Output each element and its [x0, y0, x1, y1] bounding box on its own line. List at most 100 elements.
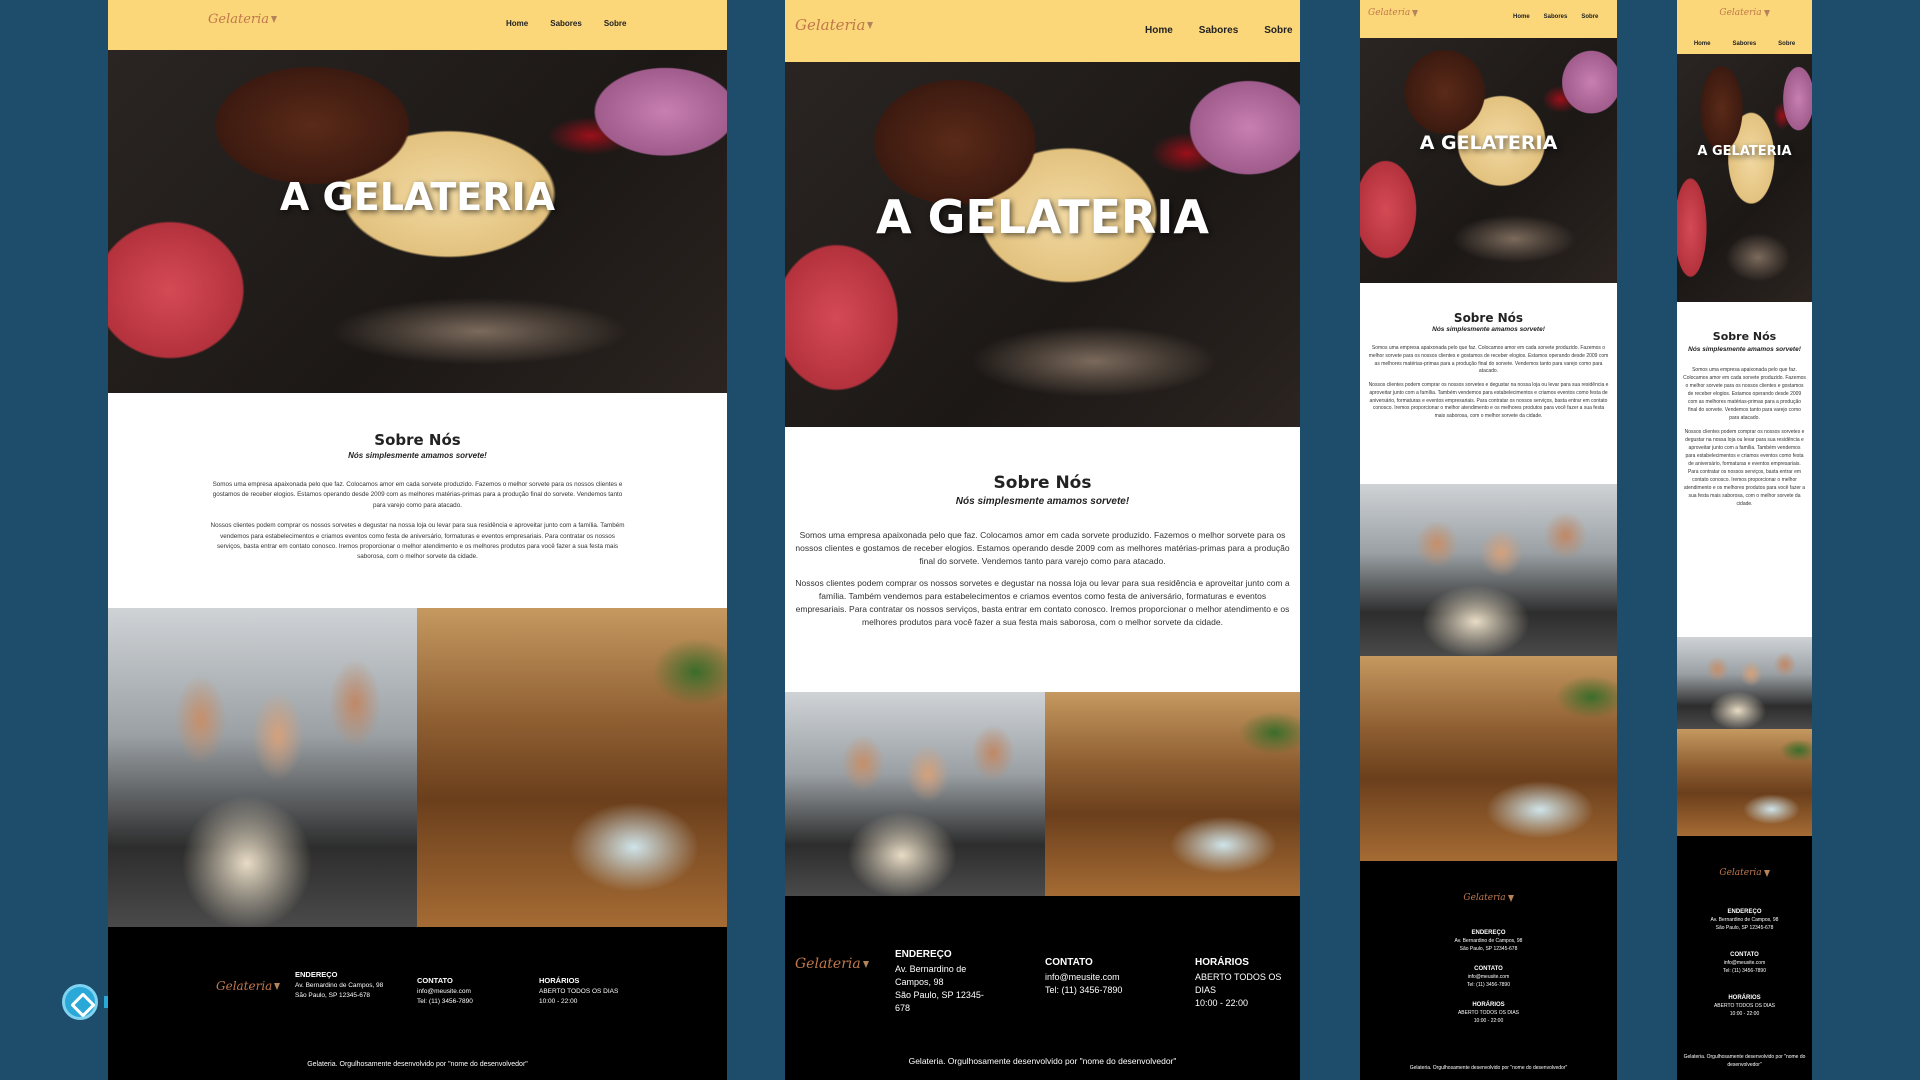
about-paragraph-2: Nossos clientes podem comprar os nossos … — [1683, 429, 1806, 508]
shop-interior-photo — [1045, 692, 1300, 896]
footer-contact: CONTATO info@meusite.com Tel: (11) 3456-… — [1677, 951, 1812, 976]
footer-credit: Gelateria. Orgulhosamente desenvolvido p… — [307, 1061, 528, 1068]
footer: Gelateria ENDEREÇO Av. Bernardino de Cam… — [1677, 836, 1812, 1080]
footer-logo: Gelateria — [795, 956, 869, 972]
hours-title: HORÁRIOS — [1195, 957, 1249, 968]
nav-sobre[interactable]: Sobre — [1778, 41, 1795, 47]
contact-phone: Tel: (11) 3456-7890 — [1723, 968, 1766, 975]
about-heading: Sobre Nós — [374, 431, 461, 449]
footer-logo-text: Gelateria — [1463, 893, 1506, 903]
footer-contact: CONTATO info@meusite.com Tel: (11) 3456-… — [1045, 956, 1122, 997]
about-paragraph-1: Somos uma empresa apaixonada pelo que fa… — [795, 530, 1290, 566]
footer-logo: Gelateria — [216, 979, 281, 993]
footer-hours: HORÁRIOS ABERTO TODOS OS DIAS 10:00 - 22… — [539, 975, 618, 1008]
contact-email[interactable]: info@meusite.com — [1360, 974, 1617, 982]
footer-logo-text: Gelateria — [795, 956, 861, 972]
contact-title: CONTATO — [1045, 957, 1093, 968]
footer-hours: HORÁRIOS ABERTO TODOS OS DIAS 10:00 - 22… — [1195, 956, 1300, 1010]
logo-text: Gelateria — [1719, 8, 1762, 18]
hours-title: HORÁRIOS — [1472, 1002, 1505, 1008]
about-paragraph-2: Nossos clientes podem comprar os nossos … — [1368, 382, 1609, 419]
ice-cream-cone-icon — [274, 982, 281, 990]
ice-cream-cone-icon — [867, 21, 874, 29]
nav-sobre[interactable]: Sobre — [1581, 14, 1598, 20]
ice-cream-cone-icon — [1412, 9, 1419, 17]
hours-line-1: ABERTO TODOS OS DIAS — [539, 988, 619, 995]
nav-sabores[interactable]: Sabores — [1732, 41, 1756, 47]
navbar: Gelateria Home Sabores Sobre — [1360, 0, 1617, 38]
address-line-1: Av. Bernardino de Campos, 98 — [295, 982, 384, 989]
footer-credit: Gelateria. Orgulhosamente desenvolvido p… — [1409, 1065, 1568, 1071]
friends-ice-cream-photo — [1677, 637, 1812, 729]
nav-sabores[interactable]: Sabores — [1544, 14, 1568, 20]
contact-title: CONTATO — [417, 976, 453, 985]
hero-title: A GELATERIA — [1419, 132, 1558, 154]
contact-email[interactable]: info@meusite.com — [417, 987, 473, 997]
ice-cream-cone-icon — [862, 960, 869, 968]
contact-phone: Tel: (11) 3456-7890 — [1467, 981, 1510, 988]
footer-address: ENDEREÇO Av. Bernardino de Campos, 98 Sã… — [895, 948, 995, 1015]
contact-phone: Tel: (11) 3456-7890 — [417, 998, 473, 1006]
nav-home[interactable]: Home — [1145, 25, 1173, 36]
about-section: Sobre Nós Nós simplesmente amamos sorvet… — [108, 393, 727, 608]
address-line-1: Av. Bernardino de Campos, 98 — [895, 963, 967, 987]
hero-image: A GELATERIA — [1360, 38, 1617, 283]
logo[interactable]: Gelateria — [208, 12, 278, 27]
logo[interactable]: Gelateria — [1368, 8, 1419, 18]
address-title: ENDEREÇO — [1727, 909, 1762, 915]
about-tagline: Nós simplesmente amamos sorvete! — [955, 496, 1130, 507]
address-line-2: São Paulo, SP 12345-678 — [895, 989, 984, 1013]
hero-image: A GELATERIA — [785, 62, 1300, 427]
hero-image: A GELATERIA — [1677, 54, 1812, 302]
contact-title: CONTATO — [1474, 966, 1503, 972]
nav-sabores[interactable]: Sabores — [1199, 25, 1238, 36]
footer-logo-text: Gelateria — [216, 979, 273, 993]
about-paragraph-2: Nossos clientes podem comprar os nossos … — [795, 578, 1290, 627]
footer-credit: Gelateria. Orgulhosamente desenvolvido p… — [1683, 1054, 1806, 1068]
logo[interactable]: Gelateria — [1677, 8, 1812, 18]
friends-ice-cream-photo — [1360, 484, 1617, 656]
hours-line-2: 10:00 - 22:00 — [1729, 1011, 1760, 1018]
nav-sabores[interactable]: Sabores — [550, 19, 582, 28]
navbar: Gelateria Home Sabores Sobre — [108, 0, 727, 50]
ice-cream-cone-icon — [1507, 894, 1514, 902]
logo[interactable]: Gelateria — [795, 16, 874, 34]
ice-cream-cone-icon — [1763, 9, 1770, 17]
nav-sobre[interactable]: Sobre — [1264, 25, 1292, 36]
hero-title: A GELATERIA — [875, 190, 1210, 244]
contact-email[interactable]: info@meusite.com — [1677, 960, 1812, 968]
preview-tablet-portrait: Gelateria Home Sabores Sobre A GELATERIA… — [1360, 0, 1617, 1080]
address-line-1: Av. Bernardino de Campos, 98 — [1454, 938, 1523, 944]
navbar: Gelateria Home Sabores Sobre — [1677, 0, 1812, 54]
address-line-2: São Paulo, SP 12345-678 — [295, 992, 371, 1000]
shop-interior-photo — [1677, 729, 1812, 836]
address-line-2: São Paulo, SP 12345-678 — [1715, 925, 1774, 932]
hero-title: A GELATERIA — [1697, 144, 1792, 159]
preview-desktop: Gelateria Home Sabores Sobre A GELATERIA… — [108, 0, 727, 1080]
address-title: ENDEREÇO — [895, 949, 952, 960]
hero-title: A GELATERIA — [279, 175, 556, 219]
nav-home[interactable]: Home — [506, 19, 528, 28]
nav-home[interactable]: Home — [1694, 41, 1711, 47]
hours-title: HORÁRIOS — [1728, 995, 1761, 1001]
footer: Gelateria ENDEREÇO Av. Bernardino de Cam… — [1360, 861, 1617, 1080]
ice-cream-cone-icon — [1763, 869, 1770, 877]
hours-line-1: ABERTO TODOS OS DIAS — [1195, 971, 1282, 995]
about-tagline: Nós simplesmente amamos sorvete! — [1432, 326, 1545, 333]
about-paragraph-2: Nossos clientes podem comprar os nossos … — [210, 522, 625, 561]
nav-menu: Home Sabores Sobre — [1677, 41, 1812, 47]
hours-line-2: 10:00 - 22:00 — [1473, 1017, 1504, 1024]
nav-menu: Home Sabores Sobre — [1513, 14, 1598, 20]
logo-text: Gelateria — [795, 16, 866, 34]
address-title: ENDEREÇO — [295, 970, 338, 979]
brand-strip — [104, 996, 108, 1008]
about-heading: Sobre Nós — [1453, 311, 1524, 325]
footer-hours: HORÁRIOS ABERTO TODOS OS DIAS 10:00 - 22… — [1677, 994, 1812, 1019]
nav-sobre[interactable]: Sobre — [604, 19, 627, 28]
contact-email[interactable]: info@meusite.com — [1045, 971, 1122, 984]
friends-ice-cream-photo — [785, 692, 1045, 896]
nav-home[interactable]: Home — [1513, 14, 1530, 20]
address-line-1: Av. Bernardino de Campos, 98 — [1710, 917, 1779, 924]
preview-mobile: Gelateria Home Sabores Sobre A GELATERIA… — [1677, 0, 1812, 1080]
footer-contact: CONTATO info@meusite.com Tel: (11) 3456-… — [417, 975, 473, 1008]
